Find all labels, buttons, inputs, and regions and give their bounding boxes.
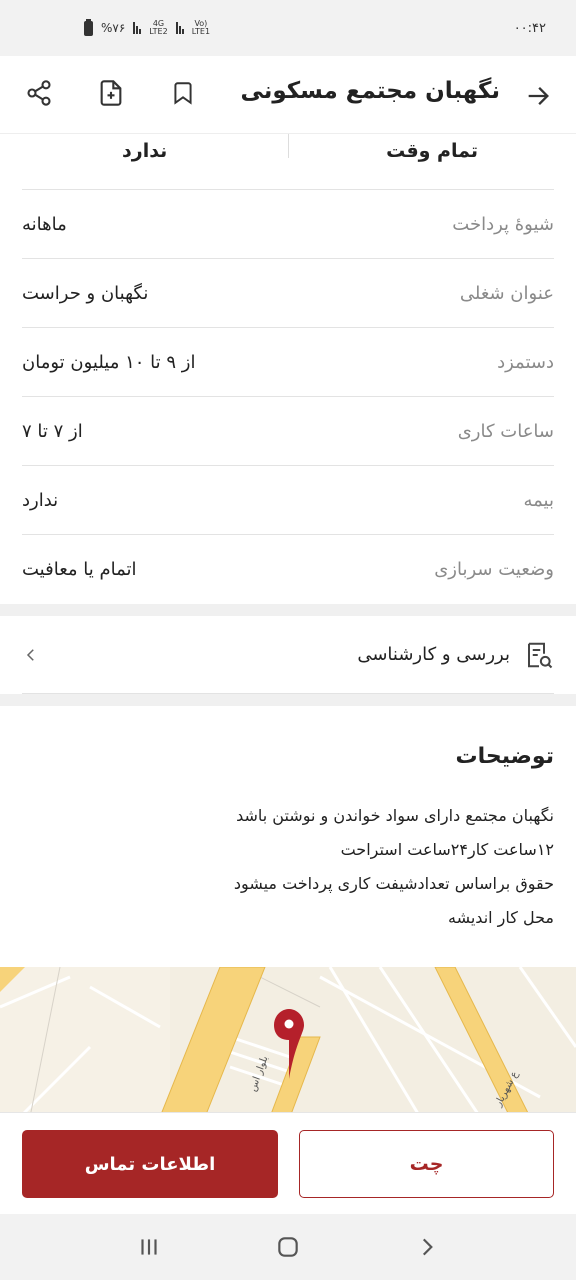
summary-row: تمام وقت ندارد xyxy=(22,134,554,190)
chevron-left-icon xyxy=(26,648,34,661)
summary-value: ندارد xyxy=(122,140,168,162)
clock: ۰۰:۴۲ xyxy=(513,20,546,36)
network-volte: Vo) LTE1 xyxy=(191,19,211,36)
section-divider xyxy=(0,694,576,706)
attribute-row: وضعیت سربازی اتمام یا معافیت xyxy=(22,535,554,604)
attribute-row: دستمزد از ۹ تا ۱۰ میلیون تومان xyxy=(22,328,554,397)
contact-info-button[interactable]: اطلاعات تماس xyxy=(22,1130,278,1198)
back-nav-button[interactable] xyxy=(407,1227,447,1267)
attribute-value: نگهبان و حراست xyxy=(22,282,149,304)
signal-icon xyxy=(133,22,142,34)
system-nav-bar xyxy=(0,1214,576,1280)
action-bar: اطلاعات تماس چت xyxy=(0,1112,576,1214)
attribute-row: شیوهٔ پرداخت ماهانه xyxy=(22,190,554,259)
attribute-row: عنوان شغلی نگهبان و حراست xyxy=(22,259,554,328)
header-actions xyxy=(22,76,200,110)
location-map[interactable]: بلوار اس ع شهریار xyxy=(0,967,576,1117)
battery-icon xyxy=(84,18,93,36)
attribute-row: ساعات کاری از ۷ تا ۷ xyxy=(22,397,554,466)
map-graphic: بلوار اس ع شهریار xyxy=(0,967,576,1117)
share-icon xyxy=(27,80,51,106)
ad-content: تمام وقت ندارد شیوهٔ پرداخت ماهانه عنوان… xyxy=(0,134,576,955)
expert-review-link[interactable]: بررسی و کارشناسی xyxy=(22,616,554,694)
section-divider xyxy=(0,604,576,616)
back-button[interactable] xyxy=(524,82,552,110)
network-4g: 4G LTE2 xyxy=(149,19,168,36)
attribute-label: ساعات کاری xyxy=(457,420,554,442)
expert-review-label: بررسی و کارشناسی xyxy=(357,644,510,665)
add-note-icon xyxy=(100,80,122,106)
attribute-value: ندارد xyxy=(22,489,59,511)
attribute-value: از ۷ تا ۷ xyxy=(22,420,83,442)
recent-apps-icon xyxy=(141,1239,157,1255)
recent-apps-button[interactable] xyxy=(129,1227,169,1267)
attribute-value: از ۹ تا ۱۰ میلیون تومان xyxy=(22,351,196,373)
attribute-label: شیوهٔ پرداخت xyxy=(452,213,554,235)
description-line: نگهبان مجتمع دارای سواد خواندن و نوشتن ب… xyxy=(236,806,554,825)
description-title: توضیحات xyxy=(455,744,554,769)
bookmark-button[interactable] xyxy=(166,76,200,110)
attribute-label: عنوان شغلی xyxy=(459,282,554,304)
add-note-button[interactable] xyxy=(94,76,128,110)
attribute-label: دستمزد xyxy=(497,351,554,373)
attributes-list: شیوهٔ پرداخت ماهانه عنوان شغلی نگهبان و … xyxy=(0,190,576,604)
home-button[interactable] xyxy=(268,1227,308,1267)
signal-icon-2 xyxy=(175,22,184,34)
status-bar: %۷۶ 4G LTE2 Vo) LTE1 ۰۰:۴۲ xyxy=(0,0,576,56)
description-line: حقوق براساس تعدادشیفت کاری پرداخت میشود xyxy=(233,874,554,893)
description-line: محل کار اندیشه xyxy=(447,908,554,927)
chat-button[interactable]: چت xyxy=(299,1130,554,1198)
employment-type: تمام وقت xyxy=(386,140,478,162)
status-icons: %۷۶ 4G LTE2 Vo) LTE1 xyxy=(84,18,211,36)
attribute-row: بیمه ندارد xyxy=(22,466,554,535)
attribute-value: ماهانه xyxy=(22,213,67,235)
attribute-label: وضعیت سربازی xyxy=(434,559,554,580)
chevron-right-icon xyxy=(422,1238,433,1256)
description-section: توضیحات نگهبان مجتمع دارای سواد خواندن و… xyxy=(0,706,576,955)
page-title: نگهبان مجتمع مسکونی xyxy=(240,78,500,104)
attribute-label: بیمه xyxy=(523,489,555,511)
share-button[interactable] xyxy=(22,76,56,110)
home-icon xyxy=(278,1237,298,1257)
bookmark-icon xyxy=(174,82,192,105)
app-header: نگهبان مجتمع مسکونی xyxy=(0,56,576,134)
attribute-value: اتمام یا معافیت xyxy=(22,559,137,580)
battery-level: %۷۶ xyxy=(101,21,126,35)
arrow-right-icon xyxy=(528,87,549,105)
document-search-icon xyxy=(528,642,553,668)
description-line: ۱۲ساعت کار۲۴ساعت استراحت xyxy=(340,840,554,859)
